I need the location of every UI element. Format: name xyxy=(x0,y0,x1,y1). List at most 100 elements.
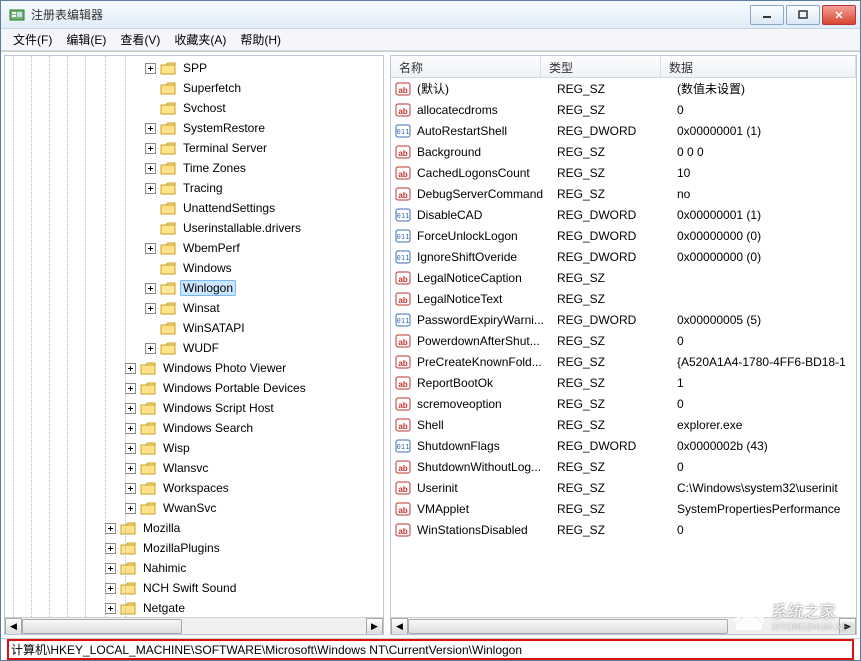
expand-toggle-icon[interactable] xyxy=(125,443,136,454)
value-row[interactable]: 011ShutdownFlagsREG_DWORD0x0000002b (43) xyxy=(391,435,856,456)
tree-item[interactable]: SystemRestore xyxy=(5,118,383,138)
tree-item[interactable]: Mozilla xyxy=(5,518,383,538)
value-list[interactable]: ab(默认)REG_SZ(数值未设置)aballocatecdromsREG_S… xyxy=(391,78,856,617)
value-row[interactable]: ab(默认)REG_SZ(数值未设置) xyxy=(391,78,856,99)
value-row[interactable]: 011PasswordExpiryWarni...REG_DWORD0x0000… xyxy=(391,309,856,330)
expand-toggle-icon[interactable] xyxy=(125,383,136,394)
scroll-right-button[interactable]: ▶ xyxy=(839,618,856,635)
tree-item[interactable]: Nahimic xyxy=(5,558,383,578)
expand-toggle-icon[interactable] xyxy=(145,123,156,134)
column-header-type[interactable]: 类型 xyxy=(541,56,661,77)
tree-item[interactable]: Winsat xyxy=(5,298,383,318)
value-row[interactable]: 011DisableCADREG_DWORD0x00000001 (1) xyxy=(391,204,856,225)
tree-item[interactable]: WwanSvc xyxy=(5,498,383,518)
expand-toggle-icon[interactable] xyxy=(105,543,116,554)
scroll-left-button[interactable]: ◀ xyxy=(5,618,22,635)
tree-item[interactable]: WUDF xyxy=(5,338,383,358)
expand-toggle-icon[interactable] xyxy=(145,243,156,254)
tree-item[interactable]: Windows Script Host xyxy=(5,398,383,418)
column-header-data[interactable]: 数据 xyxy=(661,56,856,77)
list-hscroll[interactable]: ◀ ▶ xyxy=(391,617,856,634)
expand-toggle-icon[interactable] xyxy=(105,583,116,594)
value-row[interactable]: abLegalNoticeTextREG_SZ xyxy=(391,288,856,309)
tree-item[interactable]: MozillaPlugins xyxy=(5,538,383,558)
value-row[interactable]: 011AutoRestartShellREG_DWORD0x00000001 (… xyxy=(391,120,856,141)
registry-tree[interactable]: SPP Superfetch Svchost SystemRestore Ter… xyxy=(5,56,383,617)
tree-item[interactable]: Time Zones xyxy=(5,158,383,178)
tree-hscroll[interactable]: ◀ ▶ xyxy=(5,617,383,634)
expand-toggle-icon[interactable] xyxy=(125,503,136,514)
tree-item[interactable]: WinSATAPI xyxy=(5,318,383,338)
expand-toggle-icon[interactable] xyxy=(145,163,156,174)
tree-item[interactable]: Wlansvc xyxy=(5,458,383,478)
expand-toggle-icon[interactable] xyxy=(125,483,136,494)
value-row[interactable]: abLegalNoticeCaptionREG_SZ xyxy=(391,267,856,288)
tree-item[interactable]: SPP xyxy=(5,58,383,78)
expand-toggle-icon[interactable] xyxy=(105,523,116,534)
tree-item[interactable]: Userinstallable.drivers xyxy=(5,218,383,238)
value-row[interactable]: 011IgnoreShiftOverideREG_DWORD0x00000000… xyxy=(391,246,856,267)
value-row[interactable]: abReportBootOkREG_SZ1 xyxy=(391,372,856,393)
menu-fav[interactable]: 收藏夹(A) xyxy=(168,29,232,50)
scroll-left-button[interactable]: ◀ xyxy=(391,618,408,635)
expand-toggle-icon[interactable] xyxy=(125,463,136,474)
tree-item[interactable]: UnattendSettings xyxy=(5,198,383,218)
tree-item[interactable]: Workspaces xyxy=(5,478,383,498)
tree-hscroll-thumb[interactable] xyxy=(22,619,182,634)
tree-item[interactable]: Windows Portable Devices xyxy=(5,378,383,398)
value-row[interactable]: abPowerdownAfterShut...REG_SZ0 xyxy=(391,330,856,351)
expand-toggle-icon[interactable] xyxy=(145,283,156,294)
value-row[interactable]: abBackgroundREG_SZ0 0 0 xyxy=(391,141,856,162)
value-row[interactable]: abShutdownWithoutLog...REG_SZ0 xyxy=(391,456,856,477)
tree-item[interactable]: Windows Search xyxy=(5,418,383,438)
expand-toggle-icon[interactable] xyxy=(105,563,116,574)
value-row[interactable]: abscremoveoptionREG_SZ0 xyxy=(391,393,856,414)
binary-value-icon: 011 xyxy=(395,438,411,454)
titlebar[interactable]: 注册表编辑器 xyxy=(1,1,860,29)
expand-toggle-icon[interactable] xyxy=(125,403,136,414)
tree-item[interactable]: Terminal Server xyxy=(5,138,383,158)
value-data: 0x0000002b (43) xyxy=(677,439,856,453)
value-row[interactable]: abUserinitREG_SZC:\Windows\system32\user… xyxy=(391,477,856,498)
binary-value-icon: 011 xyxy=(395,249,411,265)
tree-item-label: Userinstallable.drivers xyxy=(180,220,304,236)
menu-help[interactable]: 帮助(H) xyxy=(234,29,287,50)
menu-edit[interactable]: 编辑(E) xyxy=(60,29,112,50)
tree-item[interactable]: WbemPerf xyxy=(5,238,383,258)
value-row[interactable]: abVMAppletREG_SZSystemPropertiesPerforma… xyxy=(391,498,856,519)
minimize-button[interactable] xyxy=(750,5,784,25)
value-row[interactable]: aballocatecdromsREG_SZ0 xyxy=(391,99,856,120)
expand-toggle-icon[interactable] xyxy=(145,143,156,154)
menu-file[interactable]: 文件(F) xyxy=(7,29,58,50)
value-row[interactable]: 011ForceUnlockLogonREG_DWORD0x00000000 (… xyxy=(391,225,856,246)
tree-item[interactable]: Windows Photo Viewer xyxy=(5,358,383,378)
tree-item[interactable]: Svchost xyxy=(5,98,383,118)
list-hscroll-thumb[interactable] xyxy=(408,619,728,634)
maximize-button[interactable] xyxy=(786,5,820,25)
tree-item[interactable]: NCH Swift Sound xyxy=(5,578,383,598)
tree-item[interactable]: Winlogon xyxy=(5,278,383,298)
statusbar: 计算机\HKEY_LOCAL_MACHINE\SOFTWARE\Microsof… xyxy=(1,638,860,660)
value-type: REG_SZ xyxy=(557,145,677,159)
scroll-right-button[interactable]: ▶ xyxy=(366,618,383,635)
tree-item[interactable]: Wisp xyxy=(5,438,383,458)
tree-item[interactable]: Superfetch xyxy=(5,78,383,98)
tree-item[interactable]: Netgate xyxy=(5,598,383,617)
tree-item[interactable]: Windows xyxy=(5,258,383,278)
expand-toggle-icon[interactable] xyxy=(145,343,156,354)
expand-toggle-icon[interactable] xyxy=(145,63,156,74)
close-button[interactable] xyxy=(822,5,856,25)
expand-toggle-icon[interactable] xyxy=(105,603,116,614)
menu-view[interactable]: 查看(V) xyxy=(114,29,166,50)
value-row[interactable]: abCachedLogonsCountREG_SZ10 xyxy=(391,162,856,183)
tree-item[interactable]: Tracing xyxy=(5,178,383,198)
expand-toggle-icon[interactable] xyxy=(145,303,156,314)
column-header-name[interactable]: 名称 xyxy=(391,56,541,77)
expand-toggle-icon[interactable] xyxy=(125,423,136,434)
expand-toggle-icon[interactable] xyxy=(125,363,136,374)
expand-toggle-icon[interactable] xyxy=(145,183,156,194)
value-row[interactable]: abWinStationsDisabledREG_SZ0 xyxy=(391,519,856,540)
value-row[interactable]: abDebugServerCommandREG_SZno xyxy=(391,183,856,204)
value-row[interactable]: abPreCreateKnownFold...REG_SZ{A520A1A4-1… xyxy=(391,351,856,372)
value-row[interactable]: abShellREG_SZexplorer.exe xyxy=(391,414,856,435)
